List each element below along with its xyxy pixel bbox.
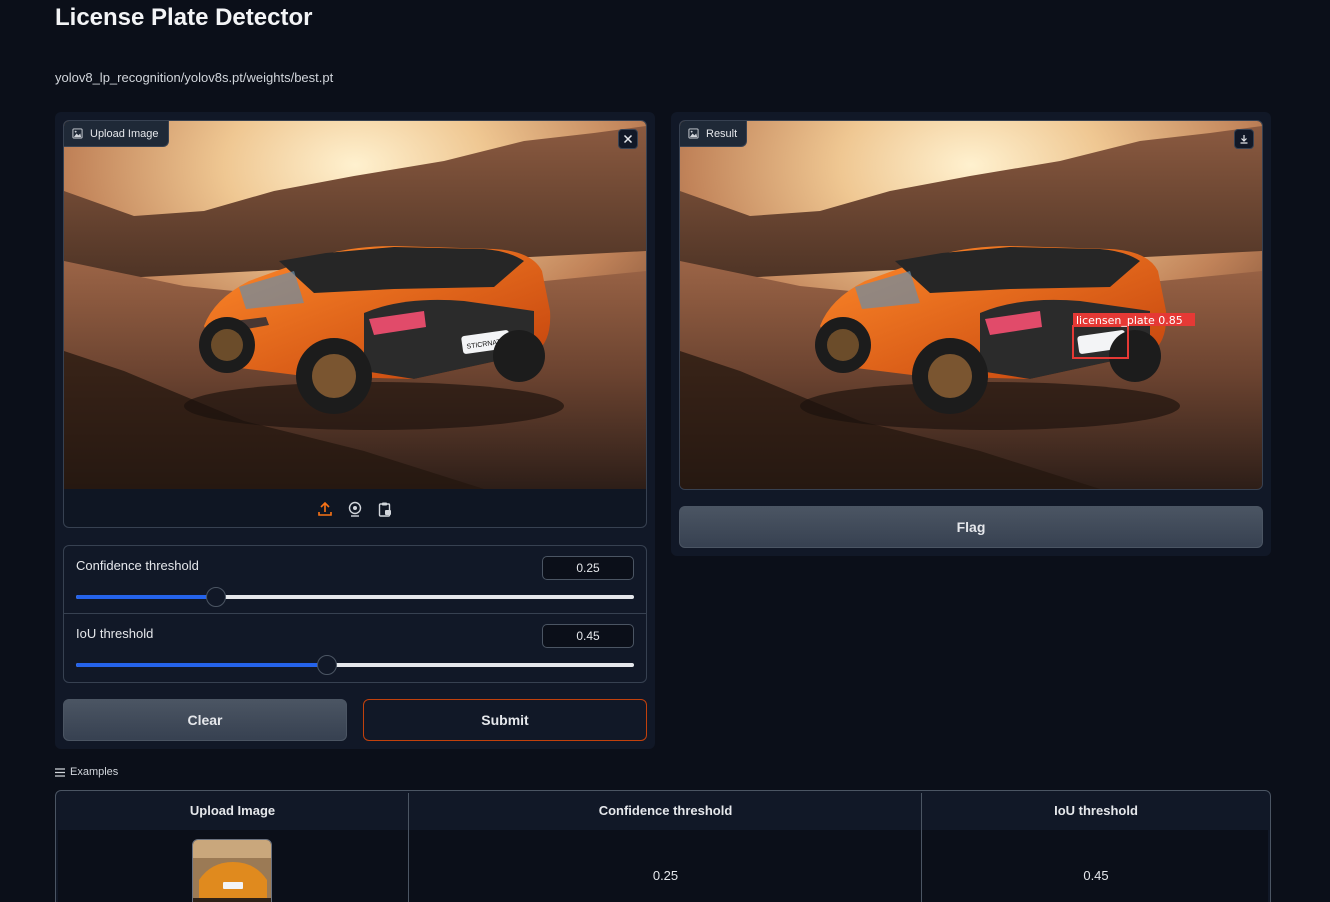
- column-divider: [921, 793, 922, 902]
- clipboard-source-button[interactable]: [375, 499, 395, 519]
- iou-threshold-slider[interactable]: [76, 655, 634, 675]
- image-icon: [688, 128, 699, 139]
- flag-button[interactable]: Flag: [679, 506, 1263, 548]
- confidence-slider-fill: [76, 595, 216, 599]
- webcam-source-button[interactable]: [345, 499, 365, 519]
- examples-title: Examples: [70, 766, 119, 778]
- examples-table: Upload Image Confidence threshold IoU th…: [55, 790, 1271, 902]
- examples-col-iou: IoU threshold: [1054, 803, 1138, 818]
- download-icon: [1240, 135, 1248, 144]
- iou-threshold-label: IoU threshold: [76, 626, 154, 641]
- clear-button[interactable]: Clear: [63, 699, 347, 741]
- clear-image-button[interactable]: [618, 129, 638, 149]
- result-label: Result: [706, 127, 738, 140]
- example-thumbnail[interactable]: [192, 839, 272, 902]
- detection-label: licensen_plate 0.85: [1076, 314, 1183, 327]
- iou-slider-thumb[interactable]: [317, 655, 338, 675]
- examples-header[interactable]: Examples: [55, 766, 118, 778]
- image-source-toolbar: [64, 490, 646, 527]
- example-car-image: [193, 840, 271, 902]
- confidence-threshold-row: Confidence threshold 0.25: [64, 546, 646, 614]
- column-divider: [408, 793, 409, 902]
- upload-image-label: Upload Image: [90, 127, 159, 140]
- confidence-slider-thumb[interactable]: [205, 587, 226, 607]
- upload-image-field[interactable]: Upload Image STICRNATO: [63, 120, 647, 528]
- uploaded-car-image: STICRNATO: [64, 121, 646, 489]
- clipboard-icon: [378, 502, 391, 517]
- download-button[interactable]: [1234, 129, 1254, 149]
- upload-image-label-chip: Upload Image: [64, 121, 169, 147]
- iou-threshold-input[interactable]: 0.45: [542, 624, 634, 648]
- examples-col-confidence: Confidence threshold: [598, 803, 733, 818]
- result-image-field: Result licensen_plate 0.85: [679, 120, 1263, 490]
- example-iou-value: 0.45: [1083, 867, 1109, 883]
- input-panel: Upload Image STICRNATO Confidence thresh…: [55, 112, 655, 749]
- output-panel: Result licensen_plate 0.85 Flag: [671, 112, 1271, 556]
- confidence-threshold-input[interactable]: 0.25: [542, 556, 634, 580]
- model-path-text: yolov8_lp_recognition/yolov8s.pt/weights…: [55, 70, 334, 85]
- threshold-settings: Confidence threshold 0.25 IoU threshold …: [63, 545, 647, 683]
- result-car-image: licensen_plate 0.85: [680, 121, 1262, 489]
- close-icon: [623, 134, 633, 144]
- upload-source-button[interactable]: [315, 499, 335, 519]
- list-icon: [55, 767, 65, 777]
- confidence-threshold-label: Confidence threshold: [76, 558, 199, 573]
- submit-button[interactable]: Submit: [363, 699, 647, 741]
- upload-icon: [318, 501, 332, 516]
- image-icon: [72, 128, 83, 139]
- webcam-icon: [348, 501, 362, 517]
- confidence-threshold-slider[interactable]: [76, 587, 634, 607]
- page-title: License Plate Detector: [55, 4, 313, 31]
- example-confidence-value: 0.25: [652, 867, 679, 883]
- iou-threshold-row: IoU threshold 0.45: [64, 614, 646, 682]
- examples-col-upload-image: Upload Image: [189, 803, 276, 818]
- result-label-chip: Result: [680, 121, 748, 147]
- iou-slider-fill: [76, 663, 328, 667]
